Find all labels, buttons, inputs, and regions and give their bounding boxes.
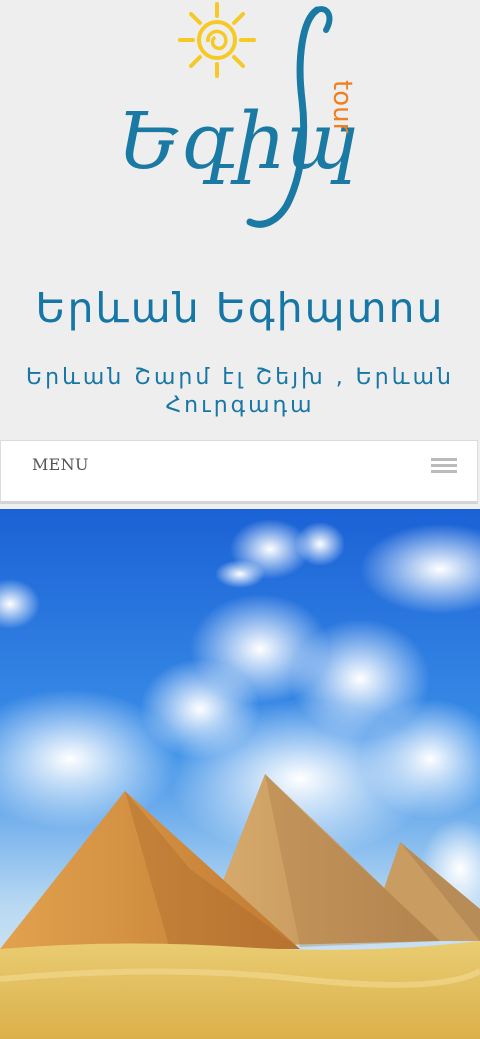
svg-text:tour: tour — [327, 80, 357, 134]
hamburger-icon[interactable] — [431, 458, 459, 476]
egypt-tour-logo: Եգիպ tour — [118, 2, 358, 228]
svg-text:Եգիպ: Եգիպ — [118, 97, 358, 187]
menu-label[interactable]: MENU — [32, 455, 89, 474]
site-tagline: Երևան Շարմ էլ Շեյխ , Երևան Հուրգադա — [26, 365, 454, 418]
site-header: Եգիպ tour Երևան Եգիպտոս Երևան Շարմ էլ Շե… — [0, 0, 480, 440]
pyramids-photo — [0, 509, 480, 1039]
site-title[interactable]: Երևան Եգիպտոս — [0, 282, 480, 334]
hero-image — [0, 509, 480, 1039]
sun-icon — [178, 2, 256, 78]
navigation-bar: MENU — [0, 440, 478, 504]
